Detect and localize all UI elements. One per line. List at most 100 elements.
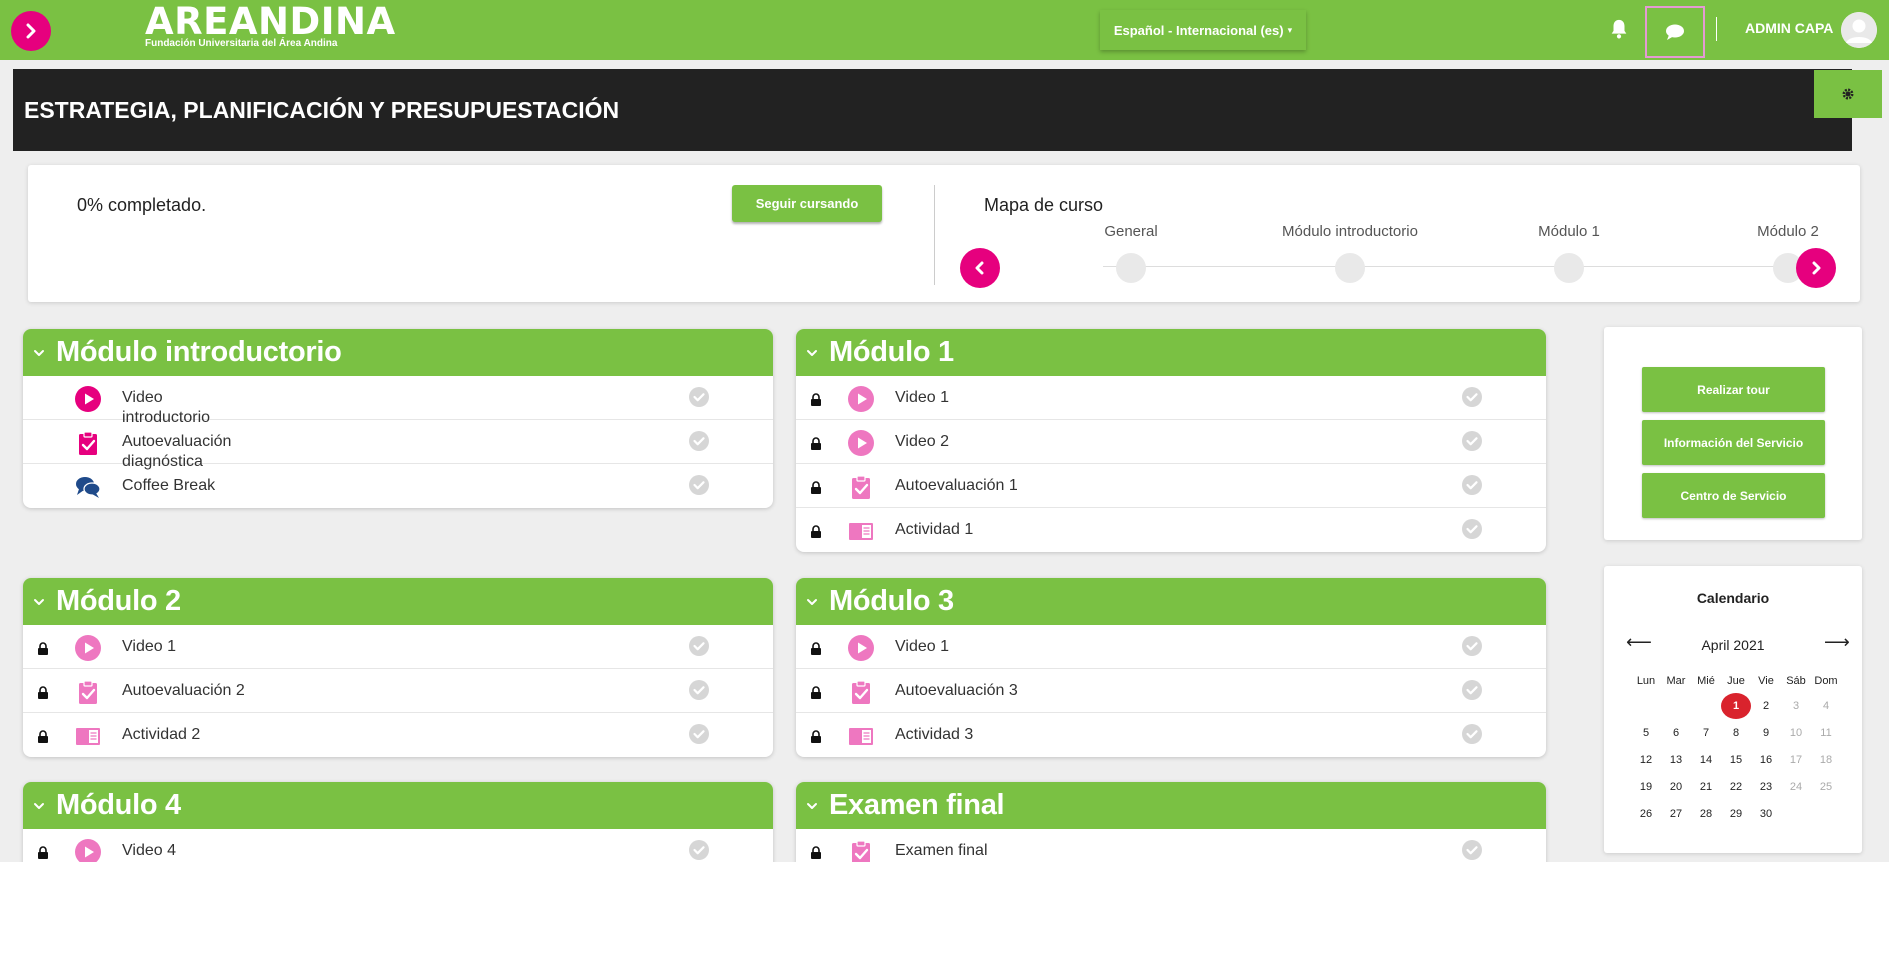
user-menu-name[interactable]: ADMIN CAPA: [1745, 20, 1833, 36]
calendar-day[interactable]: 14: [1691, 746, 1721, 773]
calendar-day[interactable]: 18: [1811, 746, 1841, 773]
calendar-day[interactable]: 8: [1721, 719, 1751, 746]
continue-course-button[interactable]: Seguir cursando: [732, 185, 882, 222]
messages-button[interactable]: [1645, 6, 1705, 58]
activity-row[interactable]: Video 2: [796, 420, 1546, 464]
course-map-next-button[interactable]: [1796, 248, 1836, 288]
activity-row[interactable]: Autoevaluación 3: [796, 669, 1546, 713]
clipboard-check-icon: [75, 430, 101, 456]
calendar-day[interactable]: 30: [1751, 800, 1781, 827]
calendar-day[interactable]: 16: [1751, 746, 1781, 773]
activity-row[interactable]: Video introductorio: [23, 376, 773, 426]
calendar-day[interactable]: 23: [1751, 773, 1781, 800]
chevron-left-icon: [975, 261, 984, 275]
course-map-step-general[interactable]: General: [1031, 223, 1231, 283]
calendar-day: [1691, 692, 1721, 719]
completion-check-icon[interactable]: [1461, 474, 1483, 496]
calendar-day[interactable]: 19: [1631, 773, 1661, 800]
calendar-day[interactable]: 6: [1661, 719, 1691, 746]
module-header[interactable]: Módulo introductorio: [23, 329, 773, 376]
calendar-day[interactable]: 20: [1661, 773, 1691, 800]
calendar-day[interactable]: 5: [1631, 719, 1661, 746]
activity-row[interactable]: Examen final: [796, 829, 1546, 862]
course-map-step-modulo-2[interactable]: Módulo 2: [1688, 223, 1888, 283]
activity-row[interactable]: Coffee Break: [23, 464, 773, 508]
module-header[interactable]: Módulo 3: [796, 578, 1546, 625]
calendar-grid: Lun Mar Mié Jue Vie Sáb Dom 1 2 3 4 5 6 7 8 9 10 11 12 13 1…: [1631, 670, 1841, 827]
calendar-day[interactable]: 3: [1781, 692, 1811, 719]
activity-row[interactable]: Actividad 3: [796, 713, 1546, 757]
chevron-down-icon: [805, 595, 819, 609]
calendar-day[interactable]: 13: [1661, 746, 1691, 773]
logo-wordmark: AREANDINA: [145, 0, 396, 43]
service-info-button[interactable]: Información del Servicio: [1642, 420, 1825, 465]
calendar-day[interactable]: 11: [1811, 719, 1841, 746]
calendar-day[interactable]: 10: [1781, 719, 1811, 746]
completion-check-icon[interactable]: [688, 430, 710, 452]
completion-check-icon[interactable]: [688, 386, 710, 408]
calendar-day[interactable]: 24: [1781, 773, 1811, 800]
calendar-day[interactable]: 15: [1721, 746, 1751, 773]
completion-check-icon[interactable]: [688, 839, 710, 861]
activity-row[interactable]: Actividad 1: [796, 508, 1546, 552]
calendar-day[interactable]: 2: [1751, 692, 1781, 719]
completion-check-icon[interactable]: [688, 723, 710, 745]
language-selector[interactable]: Español - Internacional (es) ▾: [1100, 10, 1306, 50]
tour-button[interactable]: Realizar tour: [1642, 367, 1825, 412]
calendar-day[interactable]: 22: [1721, 773, 1751, 800]
calendar-day[interactable]: 21: [1691, 773, 1721, 800]
activity-row[interactable]: Video 4: [23, 829, 773, 862]
step-label: Módulo 1: [1538, 223, 1600, 240]
module-section: Módulo 1 Video 1 Video 2 Autoevaluación 1 Ac…: [796, 329, 1546, 552]
module-header[interactable]: Módulo 1: [796, 329, 1546, 376]
calendar-day[interactable]: 7: [1691, 719, 1721, 746]
activity-row[interactable]: Video 1: [23, 625, 773, 669]
clipboard-check-icon: [848, 679, 874, 705]
completion-check-icon[interactable]: [1461, 723, 1483, 745]
drawer-toggle-button[interactable]: [11, 11, 51, 51]
completion-check-icon[interactable]: [1461, 386, 1483, 408]
completion-check-icon[interactable]: [1461, 839, 1483, 861]
module-title: Módulo 1: [829, 336, 954, 368]
activity-row[interactable]: Autoevaluación diagnóstica: [23, 420, 773, 470]
calendar-next-month[interactable]: ⟶: [1824, 633, 1850, 651]
completion-check-icon[interactable]: [1461, 518, 1483, 540]
calendar-day[interactable]: 17: [1781, 746, 1811, 773]
calendar-weekday: Lun: [1636, 675, 1656, 687]
module-header[interactable]: Módulo 2: [23, 578, 773, 625]
calendar-day[interactable]: 28: [1691, 800, 1721, 827]
calendar-weekday: Sáb: [1786, 675, 1806, 687]
module-header[interactable]: Módulo 4: [23, 782, 773, 829]
clipboard-check-icon: [848, 474, 874, 500]
completion-check-icon[interactable]: [688, 679, 710, 701]
brand-logo[interactable]: AREANDINA Fundación Universitaria del Ár…: [145, 0, 396, 50]
calendar-day[interactable]: 29: [1721, 800, 1751, 827]
settings-button[interactable]: [1814, 70, 1882, 118]
calendar-day[interactable]: 9: [1751, 719, 1781, 746]
completion-check-icon[interactable]: [1461, 635, 1483, 657]
calendar-day[interactable]: 12: [1631, 746, 1661, 773]
module-header[interactable]: Examen final: [796, 782, 1546, 829]
course-map-step-modulo-introductorio[interactable]: Módulo introductorio: [1250, 223, 1450, 283]
activity-row[interactable]: Autoevaluación 2: [23, 669, 773, 713]
completion-check-icon[interactable]: [688, 635, 710, 657]
bell-icon[interactable]: [1608, 18, 1630, 40]
avatar[interactable]: [1841, 12, 1877, 48]
activity-row[interactable]: Video 1: [796, 376, 1546, 420]
completion-check-icon[interactable]: [1461, 430, 1483, 452]
calendar-today[interactable]: 1: [1721, 692, 1751, 719]
module-title: Examen final: [829, 789, 1005, 821]
activity-row[interactable]: Actividad 2: [23, 713, 773, 757]
calendar-day[interactable]: 25: [1811, 773, 1841, 800]
completion-check-icon[interactable]: [1461, 679, 1483, 701]
course-map-prev-button[interactable]: [960, 248, 1000, 288]
course-map-step-modulo-1[interactable]: Módulo 1: [1469, 223, 1669, 283]
completion-check-icon[interactable]: [688, 474, 710, 496]
activity-row[interactable]: Video 1: [796, 625, 1546, 669]
calendar-day[interactable]: 27: [1661, 800, 1691, 827]
calendar-day[interactable]: 1: [1721, 692, 1751, 719]
calendar-day[interactable]: 4: [1811, 692, 1841, 719]
calendar-day[interactable]: 26: [1631, 800, 1661, 827]
activity-row[interactable]: Autoevaluación 1: [796, 464, 1546, 508]
service-center-button[interactable]: Centro de Servicio: [1642, 473, 1825, 518]
